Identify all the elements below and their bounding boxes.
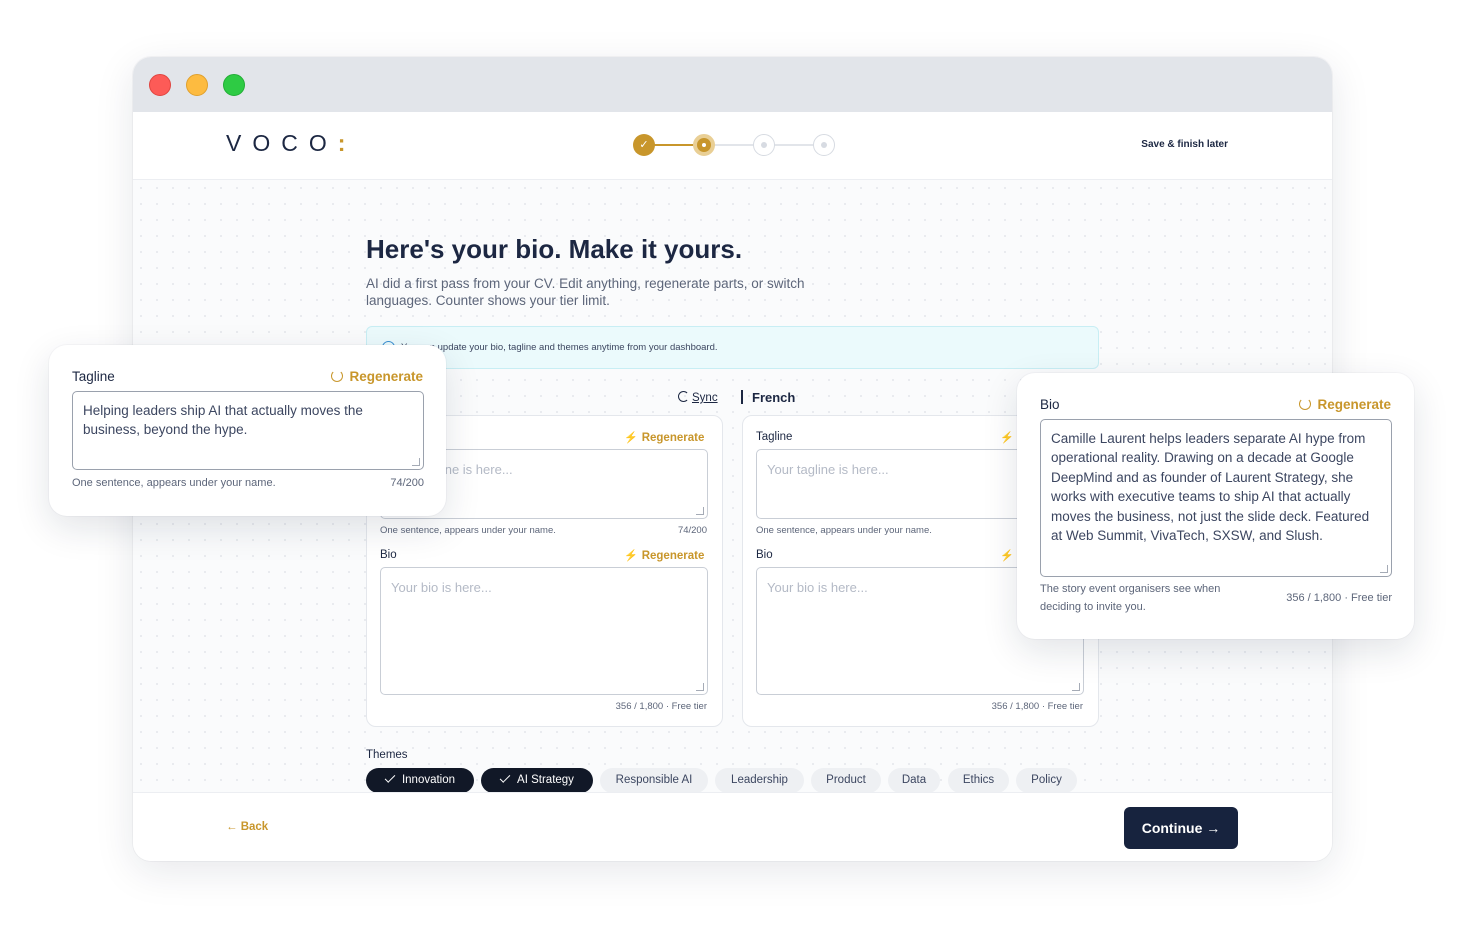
theme-chip-leadership[interactable]: Leadership <box>715 768 804 792</box>
bio-card-input[interactable]: Camille Laurent helps leaders separate A… <box>1040 419 1392 577</box>
sync-label: Sync <box>692 392 718 404</box>
chip-label: Policy <box>1031 774 1062 786</box>
refresh-icon <box>1299 398 1312 410</box>
magic-wand-icon: ⚡ <box>624 550 638 562</box>
theme-chip-ethics[interactable]: Ethics <box>948 768 1009 792</box>
bio-label: Bio <box>380 549 397 561</box>
step-1-complete: ✓ <box>633 134 655 156</box>
chip-label: Responsible AI <box>615 774 693 786</box>
tagline-card-label: Tagline <box>72 369 115 384</box>
magic-wand-icon: ⚡ <box>1000 432 1014 444</box>
resize-handle-icon[interactable] <box>1380 565 1388 573</box>
regenerate-label: Regenerate <box>641 550 705 562</box>
maximize-window-button[interactable] <box>223 74 245 96</box>
app-header: VOCO: ✓ Save & finish later <box>133 112 1332 180</box>
theme-chip-product[interactable]: Product <box>811 768 881 792</box>
regenerate-label: Regenerate <box>641 432 705 444</box>
regenerate-label: Regenerate <box>349 369 423 384</box>
french-bio-counter: 356 / 1,800 · Free tier <box>991 701 1083 712</box>
chip-label: Ethics <box>962 774 995 786</box>
continue-button[interactable]: Continue → <box>1124 807 1238 849</box>
close-window-button[interactable] <box>149 74 171 96</box>
bio-card-hint: The story event organisers see when deci… <box>1040 583 1221 613</box>
sync-button[interactable]: Sync <box>678 391 718 404</box>
refresh-icon <box>331 370 344 382</box>
bio-placeholder: Your bio is here... <box>391 580 492 595</box>
check-icon: ✓ <box>639 139 649 151</box>
bio-card: Bio Regenerate Camille Laurent helps lea… <box>1017 373 1414 639</box>
logo-text: VOCO <box>226 130 338 156</box>
chip-label: AI Strategy <box>517 774 574 786</box>
resize-handle-icon[interactable] <box>696 507 704 515</box>
french-tagline-hint: One sentence, appears under your name. <box>756 525 932 536</box>
tagline-counter: 74/200 <box>677 525 707 536</box>
bio-regenerate-button[interactable]: ⚡ Regenerate <box>624 549 704 562</box>
bio-input[interactable]: Your bio is here... <box>380 567 708 695</box>
chip-label: Innovation <box>401 774 456 786</box>
french-bio-label: Bio <box>756 549 773 561</box>
info-banner: You can update your bio, tagline and the… <box>366 326 1099 369</box>
footer-bar: ← Back Continue → <box>133 792 1332 861</box>
tagline-value: Helping leaders ship AI that actually mo… <box>83 403 363 438</box>
page-subtitle: AI did a first pass from your CV. Edit a… <box>366 276 805 308</box>
resize-handle-icon[interactable] <box>412 458 420 466</box>
logo-mark: : <box>337 130 346 156</box>
chip-label: Data <box>901 774 927 786</box>
theme-chip-innovation[interactable]: Innovation <box>366 768 474 792</box>
french-bio-regenerate-button[interactable]: ⚡ <box>1000 549 1018 562</box>
bio-value: Camille Laurent helps leaders separate A… <box>1051 431 1370 544</box>
progress-stepper: ✓ <box>633 133 838 157</box>
bio-card-label: Bio <box>1040 397 1060 412</box>
back-label: Back <box>240 821 269 833</box>
arrow-right-icon: → <box>1206 820 1221 836</box>
tagline-card-regenerate-button[interactable]: Regenerate <box>331 369 423 384</box>
french-tagline-regenerate-button[interactable]: ⚡ <box>1000 431 1018 444</box>
bio-card-regenerate-button[interactable]: Regenerate <box>1299 397 1391 412</box>
window-titlebar <box>133 57 1332 112</box>
language-divider <box>741 390 743 404</box>
bio-placeholder: Your bio is here... <box>767 580 868 595</box>
theme-chip-ai-strategy[interactable]: AI Strategy <box>481 768 593 792</box>
sync-icon <box>678 391 689 402</box>
page-title: Here's your bio. Make it yours. <box>366 234 743 264</box>
tagline-card-hint: One sentence, appears under your name. <box>72 477 276 489</box>
bio-card-counter: 356 / 1,800 · Free tier <box>1286 592 1392 604</box>
magic-wand-icon: ⚡ <box>1000 550 1014 562</box>
tagline-card-input[interactable]: Helping leaders ship AI that actually mo… <box>72 391 424 470</box>
info-text: You can update your bio, tagline and the… <box>401 342 718 353</box>
magic-wand-icon: ⚡ <box>624 432 638 444</box>
theme-chip-data[interactable]: Data <box>888 768 940 792</box>
minimize-window-button[interactable] <box>186 74 208 96</box>
secondary-language-label: French <box>752 390 796 405</box>
tagline-label: Tagline <box>756 431 793 443</box>
regenerate-label: Regenerate <box>1317 397 1391 412</box>
theme-chip-responsible-ai[interactable]: Responsible AI <box>600 768 708 792</box>
chip-label: Product <box>826 774 866 786</box>
themes-label: Themes <box>366 749 408 761</box>
step-3-upcoming <box>753 134 775 156</box>
arrow-left-icon: ← <box>226 821 238 833</box>
step-4-upcoming <box>813 134 835 156</box>
chip-label: Leadership <box>731 774 788 786</box>
resize-handle-icon[interactable] <box>696 683 704 691</box>
back-button[interactable]: ← Back <box>226 821 268 833</box>
check-icon <box>499 772 511 783</box>
step-2-current <box>693 134 715 156</box>
check-icon <box>384 772 396 783</box>
tagline-hint: One sentence, appears under your name. <box>380 525 556 536</box>
tagline-regenerate-button[interactable]: ⚡ Regenerate <box>624 431 704 444</box>
tagline-placeholder: Your tagline is here... <box>767 462 889 477</box>
continue-label: Continue <box>1141 820 1203 836</box>
tagline-card-counter: 74/200 <box>390 477 424 489</box>
save-finish-later-link[interactable]: Save & finish later <box>1141 139 1228 150</box>
resize-handle-icon[interactable] <box>1072 683 1080 691</box>
tagline-card: Tagline Regenerate Helping leaders ship … <box>49 345 446 516</box>
voco-logo[interactable]: VOCO: <box>226 130 345 157</box>
theme-chip-policy[interactable]: Policy <box>1016 768 1077 792</box>
bio-counter: 356 / 1,800 · Free tier <box>615 701 707 712</box>
